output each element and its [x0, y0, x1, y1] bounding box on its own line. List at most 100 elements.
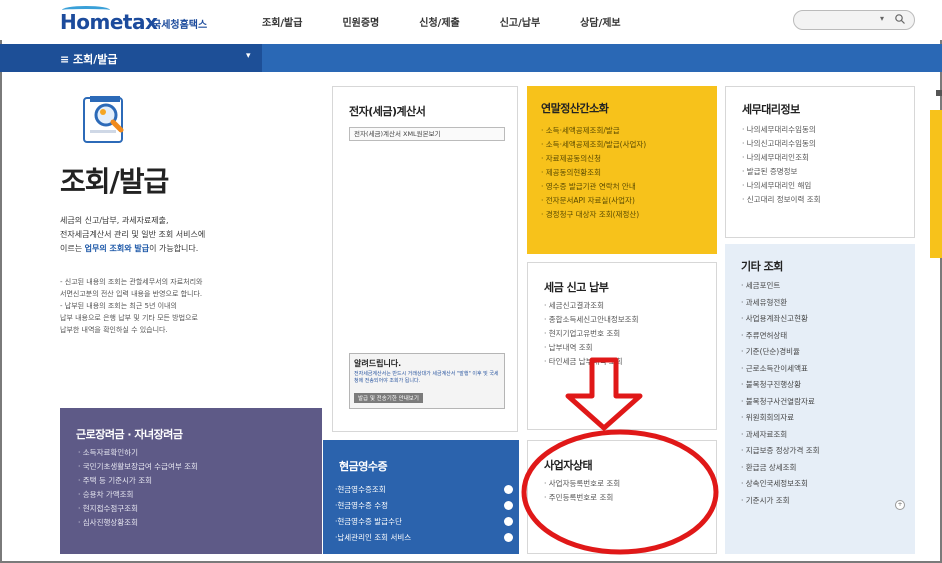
arrow-circle-icon [504, 485, 513, 494]
tax-agent-box: 세무대리정보 · 나의세무대리수임동의 · 나의신고대리수임동의 · 나의세무대… [725, 86, 915, 238]
year-end-link[interactable]: · 자료제공동의신청 [541, 152, 646, 166]
tax-agent-link[interactable]: · 나의신고대리수임동의 [742, 137, 821, 151]
earned-income-link[interactable]: · 국민기초생활보장급여 수급여부 조회 [78, 460, 198, 474]
tax-report-box: 세금 신고 납부 · 세금신고결과조회 · 종합소득세신고안내정보조회 · 현지… [527, 262, 717, 430]
search-dropdown-icon[interactable]: ▾ [880, 14, 884, 23]
cash-receipt-box: 현금영수증 ·현금영수증조회 ·현금영수증 수정 ·현금영수증 발급수단 ·납세… [323, 440, 519, 554]
notice-button[interactable]: 발급 및 전송기한 안내보기 [354, 393, 423, 403]
more-icon[interactable]: + [895, 500, 905, 510]
earned-income-title[interactable]: 근로장려금 · 자녀장려금 [76, 426, 183, 442]
year-end-link[interactable]: · 전자문서API 자료실(사업자) [541, 194, 646, 208]
tax-invoice-title[interactable]: 전자(세금)계산서 [349, 103, 426, 119]
menu-dropdown[interactable]: ≡ 조회/발급 ▾ [0, 44, 262, 72]
other-inquiry-link[interactable]: · 위원회회의자료 [741, 410, 820, 427]
intro-desc-line-3-end: 이 가능합니다. [149, 244, 199, 253]
tax-agent-link[interactable]: · 발급된 증명정보 [742, 165, 821, 179]
arrow-circle-icon [504, 533, 513, 542]
nav-inquiry[interactable]: 조회/발급 [262, 14, 302, 29]
cash-receipt-link[interactable]: ·현금영수증 발급수단 [335, 514, 513, 530]
year-end-title[interactable]: 연말정산간소화 [541, 100, 609, 116]
logo-text: Hometax [60, 10, 158, 34]
arrow-circle-icon [504, 501, 513, 510]
other-inquiry-link[interactable]: · 상속인국세정보조회 [741, 476, 820, 493]
cash-receipt-label: ·납세관리인 조회 서비스 [335, 533, 412, 542]
other-inquiry-link[interactable]: · 불복청구진행상황 [741, 377, 820, 394]
tax-agent-link[interactable]: · 신고대리 정보이력 조회 [742, 193, 821, 207]
intro-desc-line-3: 이르는 [60, 244, 85, 253]
tax-agent-link[interactable]: · 나의세무대리수임동의 [742, 123, 821, 137]
search-icon[interactable] [894, 13, 906, 25]
other-inquiry-link[interactable]: · 근로소득간이세액표 [741, 361, 820, 378]
other-inquiry-link[interactable]: · 주류면허상태 [741, 328, 820, 345]
nav-apply[interactable]: 신청/제출 [419, 14, 459, 29]
tax-report-link[interactable]: · 세금신고결과조회 [544, 299, 638, 313]
hometax-logo[interactable]: Hometax 국세청홈택스 [60, 6, 220, 36]
tax-report-title[interactable]: 세금 신고 납부 [544, 279, 609, 295]
search-document-icon [83, 96, 124, 143]
tax-report-link[interactable]: · 현지기업고유번호 조회 [544, 327, 638, 341]
intro-description: 세금의 신고/납부, 과세자료제출, 전자세금계산서 관리 및 일반 조회 서비… [60, 214, 316, 256]
business-status-box: 사업자상태 · 사업자등록번호로 조회 · 주민등록번호로 조회 [527, 440, 717, 554]
year-end-box: 연말정산간소화 · 소득·세액공제조회/발급 · 소득·세액공제조회/발급(사업… [527, 86, 717, 254]
nav-report[interactable]: 신고/납부 [500, 14, 540, 29]
earned-income-link[interactable]: · 현지접수점구조회 [78, 502, 198, 516]
earned-income-link[interactable]: · 주택 등 기준시가 조회 [78, 474, 198, 488]
intro-note: 납부 내용으로 은행 납부 및 기타 모든 방법으로 [60, 314, 198, 322]
other-inquiry-link[interactable]: · 기준시가 조회 [741, 493, 820, 510]
earned-income-box: 근로장려금 · 자녀장려금 · 소득자료확인하기 · 국민기초생활보장급여 수급… [60, 408, 322, 554]
intro-note: - 신고된 내용의 조회는 관할세무서의 자료처리와 [60, 278, 203, 286]
resident-number-lookup-link[interactable]: · 주민등록번호로 조회 [544, 491, 620, 505]
notice-text: 전자세금계산서는 반드시 거래상대가 세금계산서 "발행" 이후 및 국세청에 … [354, 371, 499, 384]
top-header: Hometax 국세청홈택스 조회/발급 민원증명 신청/제출 신고/납부 상담… [0, 0, 942, 40]
other-inquiry-link[interactable]: · 과세자료조회 [741, 427, 820, 444]
tax-agent-link[interactable]: · 나의세무대리인조회 [742, 151, 821, 165]
other-inquiry-link[interactable]: · 과세유형전환 [741, 295, 820, 312]
other-inquiry-box: 기타 조회 · 세금포인트 · 과세유형전환 · 사업용계좌신고현황 · 주류면… [725, 244, 915, 554]
year-end-link[interactable]: · 경정청구 대상자 조회(재정산) [541, 208, 646, 222]
earned-income-link[interactable]: · 심사진행상황조회 [78, 516, 198, 530]
intro-desc-highlight: 업무의 조회와 발급 [84, 244, 150, 253]
year-end-link[interactable]: · 소득·세액공제조회/발급(사업자) [541, 138, 646, 152]
nav-consult[interactable]: 상담/제보 [580, 14, 620, 29]
year-end-link[interactable]: · 제공동의현황조회 [541, 166, 646, 180]
intro-notes: - 신고된 내용의 조회는 관할세무서의 자료처리와 서면신고분의 전산 입력 … [60, 277, 320, 337]
tax-report-link[interactable]: · 종합소득세신고안내정보조회 [544, 313, 638, 327]
tax-invoice-box: 전자(세금)계산서 전자(세금)계산서 XML원본보기 알려드립니다. 전자세금… [332, 86, 518, 432]
intro-note: - 납부된 내용의 조회는 최근 5년 이내의 [60, 302, 177, 310]
nav-certificate[interactable]: 민원증명 [342, 14, 379, 29]
other-inquiry-link[interactable]: · 세금포인트 [741, 278, 820, 295]
other-inquiry-link[interactable]: · 사업용계좌신고현황 [741, 311, 820, 328]
year-end-link[interactable]: · 영수증 발급기관 연락처 안내 [541, 180, 646, 194]
search-input[interactable]: ▾ [793, 10, 915, 30]
cash-receipt-label: ·현금영수증 수정 [335, 501, 389, 510]
chevron-down-icon: ▾ [246, 51, 251, 61]
business-status-title[interactable]: 사업자상태 [544, 457, 593, 473]
business-number-lookup-link[interactable]: · 사업자등록번호로 조회 [544, 477, 620, 491]
cash-receipt-link[interactable]: ·현금영수증조회 [335, 482, 513, 498]
intro-desc-line-1: 세금의 신고/납부, 과세자료제출, [60, 216, 169, 225]
tax-report-link[interactable]: · 납부내역 조회 [544, 341, 638, 355]
tax-report-link[interactable]: · 타인세금 납부내역 조회 [544, 355, 638, 369]
arrow-circle-icon [504, 517, 513, 526]
other-inquiry-link[interactable]: · 불복청구사건열람자료 [741, 394, 820, 411]
page-title: 조회/발급 [60, 165, 169, 198]
other-inquiry-link[interactable]: · 기준(단순)경비율 [741, 344, 820, 361]
year-end-link[interactable]: · 소득·세액공제조회/발급 [541, 124, 646, 138]
earned-income-link[interactable]: · 승용차 가액조회 [78, 488, 198, 502]
cash-receipt-link[interactable]: ·현금영수증 수정 [335, 498, 513, 514]
other-inquiry-title[interactable]: 기타 조회 [741, 258, 783, 274]
notice-title: 알려드립니다. [354, 359, 402, 368]
tax-agent-title[interactable]: 세무대리정보 [742, 101, 800, 117]
intro-note: 서면신고분의 전산 입력 내용을 반영으로 합니다. [60, 290, 203, 298]
cash-receipt-title[interactable]: 현금영수증 [339, 458, 388, 474]
cash-receipt-link[interactable]: ·납세관리인 조회 서비스 [335, 530, 513, 546]
xml-view-button[interactable]: 전자(세금)계산서 XML원본보기 [349, 127, 505, 141]
menu-label: ≡ 조회/발급 [60, 53, 118, 66]
top-nav: 조회/발급 민원증명 신청/제출 신고/납부 상담/제보 [262, 14, 661, 29]
other-inquiry-link[interactable]: · 지급보증 정상가격 조회 [741, 443, 820, 460]
notice-box: 알려드립니다. 전자세금계산서는 반드시 거래상대가 세금계산서 "발행" 이후… [349, 353, 505, 409]
other-inquiry-link[interactable]: · 환급금 상세조회 [741, 460, 820, 477]
intro-note: 납부한 내역을 확인하실 수 있습니다. [60, 326, 168, 334]
tax-agent-link[interactable]: · 나의세무대리인 해임 [742, 179, 821, 193]
earned-income-link[interactable]: · 소득자료확인하기 [78, 446, 198, 460]
